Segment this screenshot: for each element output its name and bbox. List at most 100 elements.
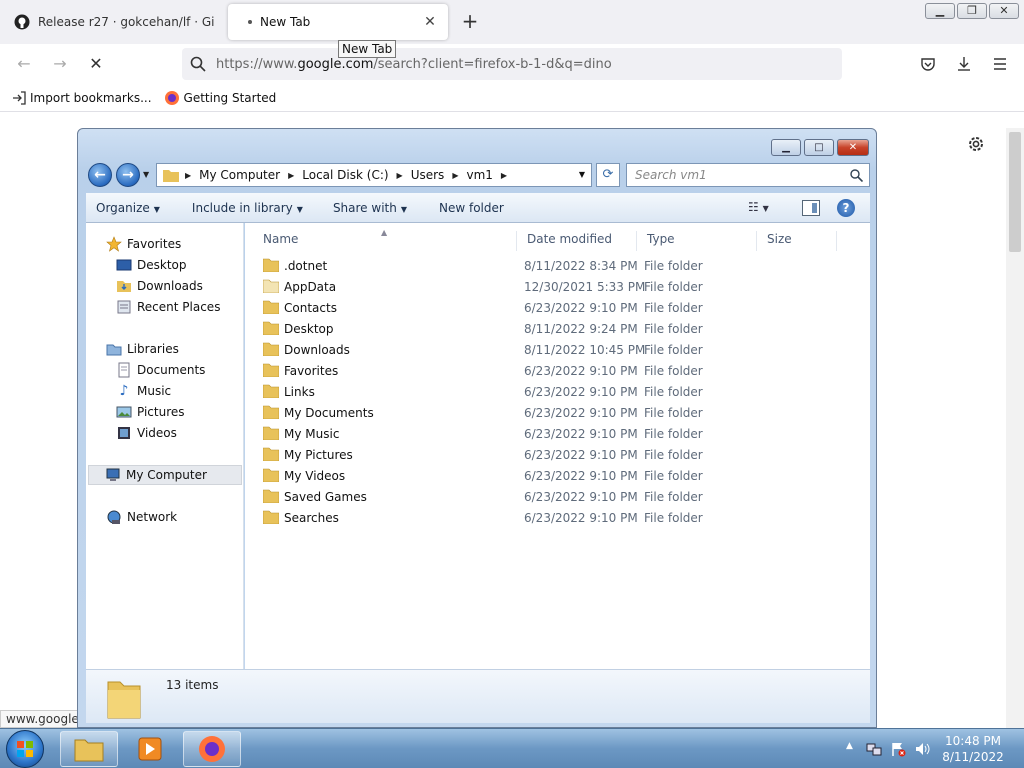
chevron-right-icon[interactable]: ▶ (185, 171, 191, 180)
stop-loading-icon[interactable]: ✕ (86, 54, 106, 74)
scrollbar-thumb[interactable] (1009, 132, 1021, 252)
new-tab-button[interactable]: + (458, 10, 482, 34)
file-date: 6/23/2022 9:10 PM (524, 364, 638, 378)
action-center-icon[interactable] (890, 741, 906, 757)
file-row[interactable]: My Pictures 6/23/2022 9:10 PM File folder (245, 444, 865, 465)
chevron-right-icon[interactable]: ▶ (501, 171, 507, 180)
pictures-icon (116, 406, 132, 418)
file-row[interactable]: AppData 12/30/2021 5:33 PM File folder (245, 276, 865, 297)
bookmark-label: Getting Started (183, 90, 277, 105)
file-row[interactable]: Searches 6/23/2022 9:10 PM File folder (245, 507, 865, 528)
chevron-right-icon[interactable]: ▶ (452, 171, 458, 180)
folder-icon (107, 681, 141, 719)
search-icon[interactable] (850, 169, 863, 182)
tray-clock[interactable]: 10:48 PM 8/11/2022 (940, 733, 1006, 765)
file-type: File folder (644, 427, 703, 441)
column-header-name[interactable]: Name ▲ (253, 228, 517, 251)
nav-pictures[interactable]: Pictures (116, 402, 185, 422)
back-button[interactable]: ← (88, 163, 112, 187)
taskbar-media-player-button[interactable] (121, 731, 179, 767)
nav-documents[interactable]: Documents (116, 360, 205, 380)
forward-button[interactable]: → (116, 163, 140, 187)
nav-recent-places[interactable]: Recent Places (116, 297, 220, 317)
explorer-maximize-button[interactable]: □ (804, 139, 834, 156)
file-type: File folder (644, 364, 703, 378)
breadcrumb-vm1[interactable]: vm1 (466, 168, 492, 182)
command-bar: Organize ▼ Include in library ▼ Share with… (86, 193, 870, 223)
file-row[interactable]: .dotnet 8/11/2022 8:34 PM File folder (245, 255, 865, 276)
preview-pane-button[interactable] (802, 200, 820, 216)
minimize-button[interactable]: ▁ (925, 3, 955, 19)
file-row[interactable]: My Music 6/23/2022 9:10 PM File folder (245, 423, 865, 444)
refresh-icon[interactable]: ⟳ (596, 163, 620, 187)
folder-icon (263, 447, 279, 461)
tab-github-release[interactable]: Release r27 · gokcehan/lf · GitHub (4, 4, 224, 40)
close-window-button[interactable]: ✕ (989, 3, 1019, 19)
address-bar[interactable]: ▶ My Computer ▶ Local Disk (C:) ▶ Users … (156, 163, 592, 187)
recent-pages-icon[interactable]: ▼ (143, 170, 149, 179)
nav-desktop[interactable]: Desktop (116, 255, 187, 275)
file-row[interactable]: Contacts 6/23/2022 9:10 PM File folder (245, 297, 865, 318)
start-button[interactable] (6, 730, 44, 768)
forward-arrow-icon[interactable]: → (50, 54, 70, 74)
explorer-close-button[interactable]: ✕ (837, 139, 869, 156)
nav-label: Music (137, 384, 172, 398)
nav-my-computer[interactable]: My Computer (88, 465, 242, 485)
nav-libraries[interactable]: Libraries (106, 339, 179, 359)
column-header-date[interactable]: Date modified (517, 231, 637, 251)
help-icon[interactable]: ? (837, 199, 855, 217)
file-row[interactable]: Desktop 8/11/2022 9:24 PM File folder (245, 318, 865, 339)
close-tab-icon[interactable]: ✕ (422, 14, 438, 30)
taskbar-explorer-button[interactable] (60, 731, 118, 767)
nav-network[interactable]: Network (106, 507, 177, 527)
downloads-icon[interactable] (956, 56, 972, 72)
breadcrumb-users[interactable]: Users (411, 168, 445, 182)
file-row[interactable]: Downloads 8/11/2022 10:45 PM File folder (245, 339, 865, 360)
nav-videos[interactable]: Videos (116, 423, 177, 443)
url-bar[interactable]: https://www. google.com/search?client=fir… (182, 48, 842, 80)
file-date: 6/23/2022 9:10 PM (524, 301, 638, 315)
search-box[interactable]: Search vm1 (626, 163, 870, 187)
volume-icon[interactable] (914, 741, 930, 757)
page-scrollbar[interactable] (1006, 128, 1024, 728)
address-dropdown-icon[interactable]: ▼ (579, 170, 585, 179)
tab-new-tab[interactable]: New Tab ✕ (228, 4, 448, 40)
file-name: AppData (284, 280, 337, 294)
file-date: 6/23/2022 9:10 PM (524, 469, 638, 483)
bookmark-getting-started[interactable]: Getting Started (164, 90, 277, 106)
folder-icon (263, 510, 279, 524)
include-in-library-button[interactable]: Include in library ▼ (192, 201, 303, 215)
nav-label: Documents (137, 363, 206, 377)
gear-icon[interactable] (966, 134, 986, 154)
file-row[interactable]: Favorites 6/23/2022 9:10 PM File folder (245, 360, 865, 381)
file-row[interactable]: My Documents 6/23/2022 9:10 PM File folder (245, 402, 865, 423)
column-header-size[interactable]: Size (757, 231, 837, 251)
back-arrow-icon[interactable]: ← (14, 54, 34, 74)
explorer-minimize-button[interactable]: ▁ (771, 139, 801, 156)
nav-music[interactable]: ♪ Music (116, 381, 172, 401)
breadcrumb-local-disk[interactable]: Local Disk (C:) (302, 168, 388, 182)
column-header-type[interactable]: Type (637, 231, 757, 251)
show-hidden-icons[interactable]: ▲ (846, 741, 853, 751)
navigation-pane: Favorites Desktop Downloads Recent Place… (86, 223, 244, 669)
file-row[interactable]: My Videos 6/23/2022 9:10 PM File folder (245, 465, 865, 486)
share-with-button[interactable]: Share with ▼ (333, 201, 407, 215)
file-row[interactable]: Saved Games 6/23/2022 9:10 PM File folder (245, 486, 865, 507)
file-row[interactable]: Links 6/23/2022 9:10 PM File folder (245, 381, 865, 402)
nav-downloads[interactable]: Downloads (116, 276, 203, 296)
chevron-down-icon: ▼ (400, 204, 407, 214)
organize-button[interactable]: Organize ▼ (96, 201, 160, 215)
taskbar-firefox-button[interactable] (183, 731, 241, 767)
bookmark-import[interactable]: Import bookmarks... (12, 91, 152, 105)
new-folder-button[interactable]: New folder (439, 201, 504, 215)
breadcrumb-my-computer[interactable]: My Computer (199, 168, 280, 182)
chevron-right-icon[interactable]: ▶ (397, 171, 403, 180)
folder-icon (263, 279, 279, 293)
pocket-icon[interactable] (920, 56, 936, 72)
hamburger-menu-icon[interactable] (992, 56, 1008, 72)
network-tray-icon[interactable] (866, 741, 882, 757)
change-view-button[interactable]: ☷ ▼ (748, 200, 769, 214)
restore-button[interactable]: ❐ (957, 3, 987, 19)
nav-favorites[interactable]: Favorites (106, 234, 181, 254)
chevron-right-icon[interactable]: ▶ (288, 171, 294, 180)
